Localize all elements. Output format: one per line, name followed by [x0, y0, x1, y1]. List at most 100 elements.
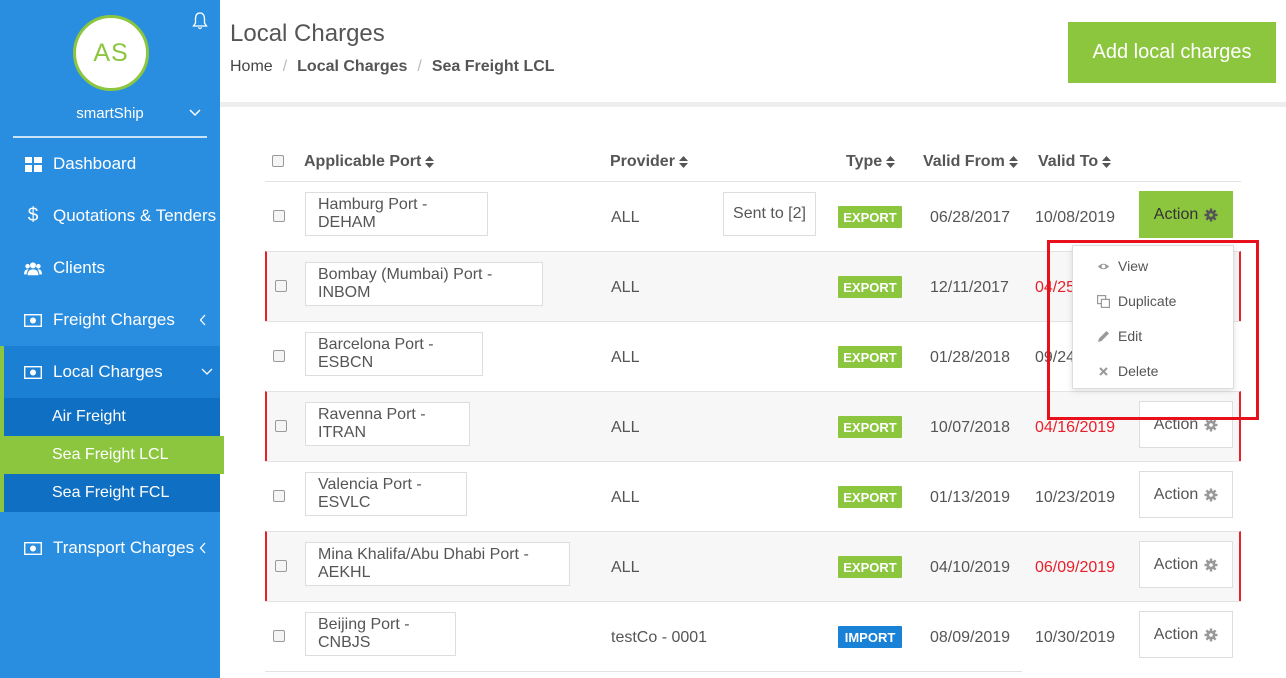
- sidebar-subitem-sea-freight-fcl[interactable]: Sea Freight FCL: [4, 474, 224, 512]
- type-badge: EXPORT: [838, 346, 902, 368]
- table-row: Valencia Port - ESVLC ALL EXPORT 01/13/2…: [265, 461, 1241, 531]
- sidebar-item-label: Transport Charges: [53, 538, 195, 557]
- table-bottom-border: [265, 671, 1022, 672]
- action-label: Action: [1153, 555, 1199, 573]
- column-header-valid-from[interactable]: Valid From: [923, 153, 1018, 171]
- sidebar-item-label: Dashboard: [53, 154, 137, 173]
- sidebar-subitem-air-freight[interactable]: Air Freight: [4, 398, 224, 436]
- gear-icon: [1204, 208, 1218, 221]
- breadcrumb: Home / Local Charges / Sea Freight LCL: [230, 58, 555, 76]
- action-button[interactable]: Action: [1139, 611, 1233, 658]
- action-button[interactable]: Action: [1139, 471, 1233, 518]
- sidebar-subitem-label: Air Freight: [52, 408, 126, 425]
- breadcrumb-local-charges[interactable]: Local Charges: [297, 58, 407, 76]
- users-icon: [24, 259, 42, 277]
- port-cell: Bombay (Mumbai) Port - INBOM: [305, 262, 543, 306]
- valid-to-cell: 04/16/2019: [1035, 419, 1116, 436]
- sidebar-subitem-sea-freight-lcl[interactable]: Sea Freight LCL: [4, 436, 224, 474]
- avatar[interactable]: AS: [73, 15, 149, 91]
- column-header-label: Valid To: [1038, 153, 1099, 170]
- sidebar-item-label: Quotations & Tenders: [53, 206, 217, 225]
- provider-cell: ALL: [611, 209, 640, 226]
- table-row: Beijing Port - CNBJS testCo - 0001 IMPOR…: [265, 601, 1241, 671]
- valid-to-cell: 10/08/2019: [1035, 209, 1116, 226]
- row-checkbox[interactable]: [275, 420, 287, 432]
- type-badge: EXPORT: [838, 276, 902, 298]
- column-header-label: Valid From: [923, 153, 1005, 170]
- sidebar-item-clients[interactable]: Clients: [0, 242, 220, 294]
- type-badge: IMPORT: [838, 626, 902, 648]
- provider-cell: ALL: [611, 349, 640, 366]
- sidebar-subitem-label: Sea Freight LCL: [52, 446, 169, 463]
- sidebar: AS smartShip Dashboard $ Quotations & Te…: [0, 0, 224, 678]
- sidebar-subitem-label: Sea Freight FCL: [52, 484, 170, 501]
- provider-cell: testCo - 0001: [611, 629, 708, 646]
- action-label: Action: [1153, 205, 1199, 223]
- page-title: Local Charges: [230, 20, 385, 47]
- sort-icon: [886, 156, 896, 168]
- breadcrumb-separator: /: [282, 58, 288, 75]
- sidebar-item-label: Local Charges: [53, 362, 163, 381]
- row-checkbox[interactable]: [275, 280, 287, 292]
- action-button[interactable]: Action: [1139, 191, 1233, 238]
- column-header-label: Provider: [610, 153, 675, 170]
- select-all-checkbox[interactable]: [272, 155, 284, 167]
- table-row: Mina Khalifa/Abu Dhabi Port - AEKHL ALL …: [265, 531, 1241, 601]
- row-checkbox[interactable]: [273, 210, 285, 222]
- chevron-down-icon: [201, 368, 213, 375]
- sort-icon: [425, 156, 435, 168]
- valid-to-cell: 10/30/2019: [1035, 629, 1116, 646]
- port-cell: Valencia Port - ESVLC: [305, 472, 467, 516]
- sidebar-item-transport-charges[interactable]: Transport Charges: [0, 522, 220, 574]
- provider-cell: ALL: [611, 419, 640, 436]
- valid-from-cell: 06/28/2017: [930, 209, 1011, 226]
- sidebar-item-dashboard[interactable]: Dashboard: [0, 138, 220, 190]
- sidebar-item-local-charges[interactable]: Local Charges: [0, 346, 220, 398]
- sidebar-item-freight-charges[interactable]: Freight Charges: [0, 294, 220, 346]
- annotation-highlight-box: [1047, 240, 1259, 420]
- bell-icon[interactable]: [192, 12, 208, 30]
- column-header-applicable-port[interactable]: Applicable Port: [304, 153, 435, 171]
- valid-from-cell: 01/28/2018: [930, 349, 1011, 366]
- valid-from-cell: 12/11/2017: [930, 279, 1009, 296]
- chevron-down-icon[interactable]: [189, 109, 201, 117]
- port-cell: Beijing Port - CNBJS: [305, 612, 456, 656]
- column-header-valid-to[interactable]: Valid To: [1038, 153, 1112, 171]
- column-header-type[interactable]: Type: [846, 153, 896, 171]
- breadcrumb-home[interactable]: Home: [230, 58, 273, 76]
- sidebar-item-label: Freight Charges: [53, 310, 175, 329]
- type-badge: EXPORT: [838, 486, 902, 508]
- dashboard-icon: [24, 155, 42, 173]
- row-checkbox[interactable]: [273, 350, 285, 362]
- sidebar-item-quotations[interactable]: $ Quotations & Tenders: [0, 190, 220, 242]
- port-cell: Ravenna Port - ITRAN: [305, 402, 470, 446]
- column-header-label: Applicable Port: [304, 153, 422, 170]
- action-button[interactable]: Action: [1139, 541, 1233, 588]
- chevron-left-icon: [199, 314, 206, 326]
- port-cell: Hamburg Port - DEHAM: [305, 192, 488, 236]
- money-icon: [24, 363, 42, 381]
- row-checkbox[interactable]: [275, 560, 287, 572]
- action-label: Action: [1153, 485, 1199, 503]
- gear-icon: [1204, 628, 1218, 641]
- action-label: Action: [1153, 625, 1199, 643]
- money-icon: [24, 539, 42, 557]
- valid-from-cell: 04/10/2019: [930, 559, 1011, 576]
- sent-to-button[interactable]: Sent to [2]: [723, 192, 816, 236]
- type-badge: EXPORT: [838, 206, 902, 228]
- row-checkbox[interactable]: [273, 630, 285, 642]
- valid-from-cell: 01/13/2019: [930, 489, 1011, 506]
- provider-cell: ALL: [611, 559, 640, 576]
- dollar-icon: $: [27, 205, 39, 226]
- provider-cell: ALL: [611, 279, 640, 296]
- username[interactable]: smartShip: [0, 105, 220, 122]
- sidebar-item-label: Clients: [53, 258, 105, 277]
- sort-icon: [1102, 156, 1112, 168]
- local-charges-submenu: Air Freight Sea Freight LCL Sea Freight …: [0, 398, 224, 512]
- port-cell: Barcelona Port - ESBCN: [305, 332, 483, 376]
- add-local-charges-button[interactable]: Add local charges: [1068, 22, 1276, 83]
- column-header-provider[interactable]: Provider: [610, 153, 688, 171]
- gear-icon: [1204, 558, 1218, 571]
- row-checkbox[interactable]: [273, 490, 285, 502]
- port-cell: Mina Khalifa/Abu Dhabi Port - AEKHL: [305, 542, 570, 586]
